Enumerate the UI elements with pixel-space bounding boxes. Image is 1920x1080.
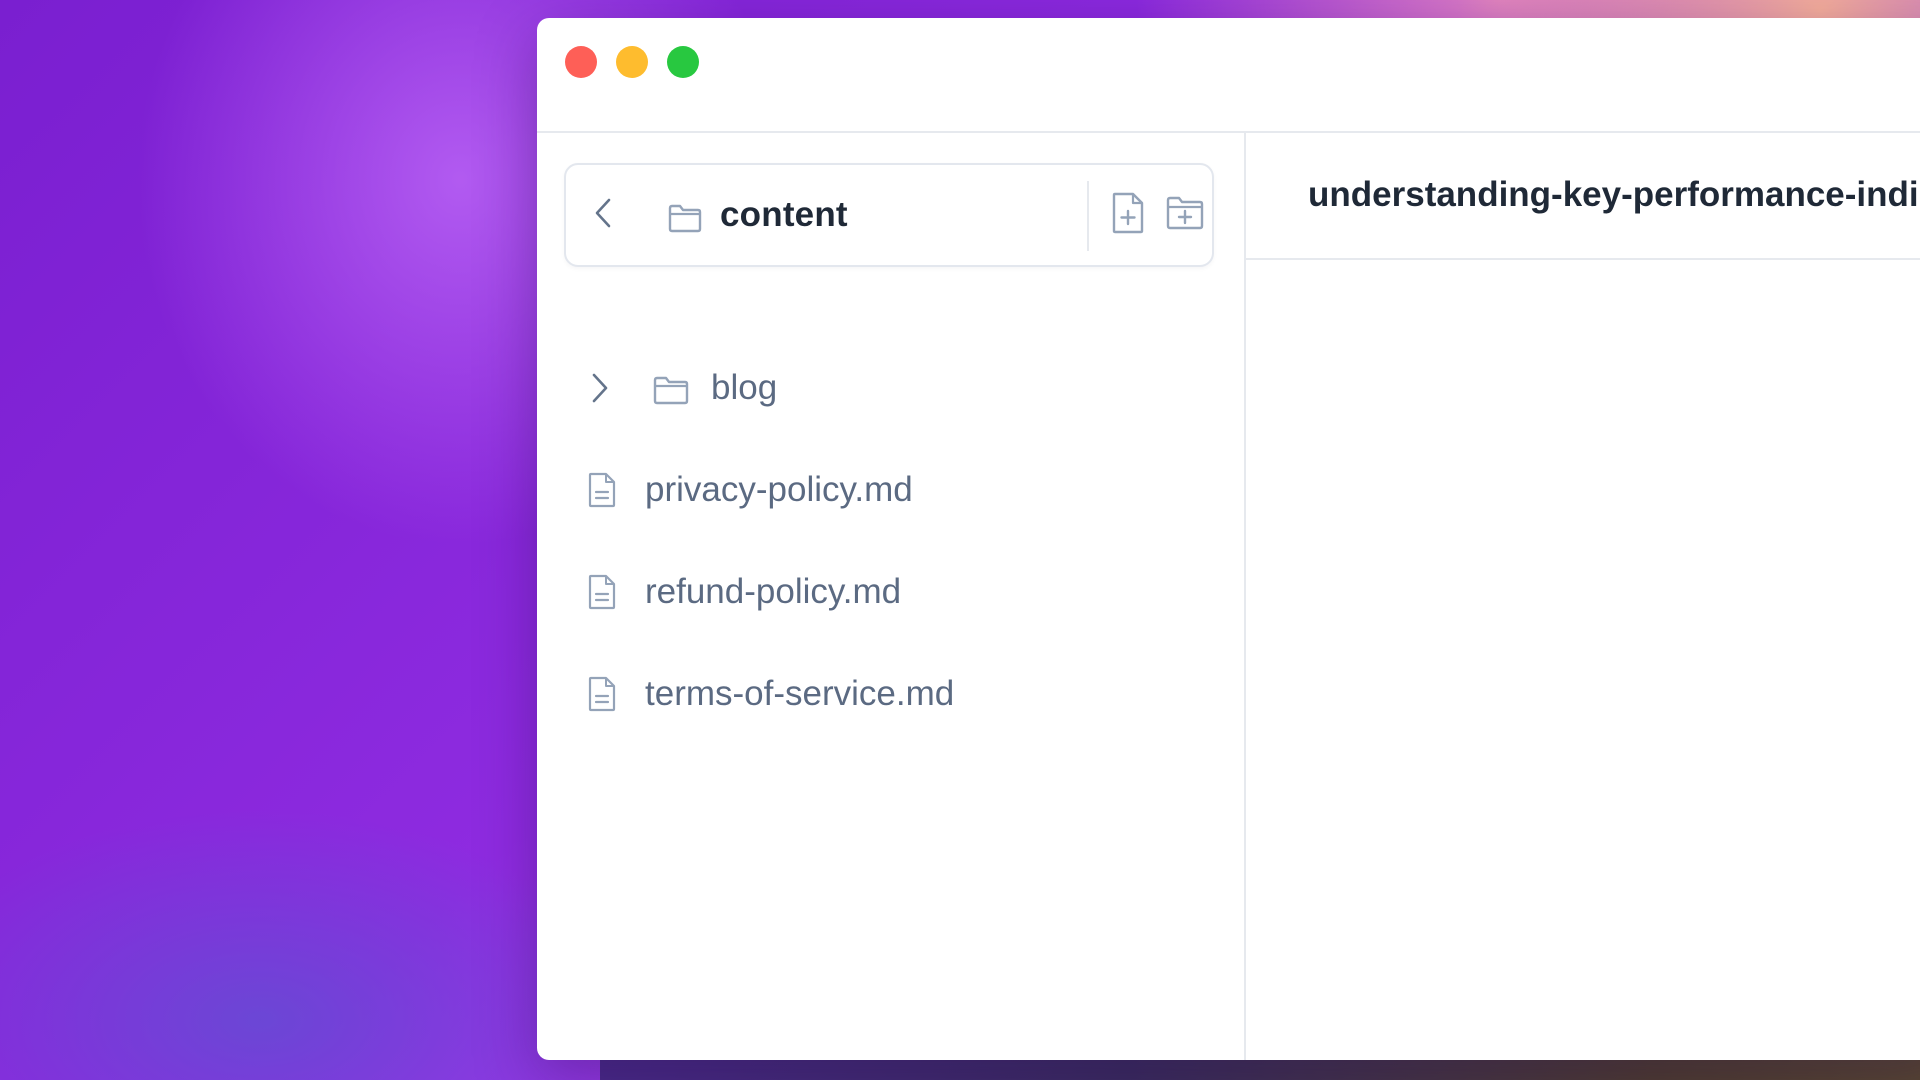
file-plus-icon bbox=[1112, 192, 1144, 234]
folder-plus-icon bbox=[1166, 196, 1204, 230]
document-header: understanding-key-performance-indi bbox=[1246, 133, 1920, 260]
header-divider bbox=[1087, 181, 1089, 251]
current-folder-title: content bbox=[720, 195, 848, 234]
file-text-icon bbox=[588, 574, 616, 610]
tree-item-label: terms-of-service.md bbox=[645, 674, 955, 713]
tree-item-blog[interactable]: blog bbox=[537, 353, 1217, 423]
editor-pane: understanding-key-performance-indi bbox=[1246, 133, 1920, 1060]
chevron-right-icon[interactable] bbox=[589, 371, 611, 405]
title-bar bbox=[537, 18, 1920, 133]
new-folder-button[interactable] bbox=[1165, 195, 1205, 231]
tree-item-label: blog bbox=[711, 368, 778, 407]
new-file-button[interactable] bbox=[1110, 191, 1146, 235]
tree-item-label: privacy-policy.md bbox=[645, 470, 913, 509]
window-zoom-button[interactable] bbox=[667, 46, 699, 78]
file-sidebar: content blog privacy-policy.md refund-po… bbox=[537, 133, 1246, 1060]
document-title: understanding-key-performance-indi bbox=[1308, 175, 1919, 214]
folder-icon bbox=[668, 204, 702, 233]
tree-item-privacy-policy[interactable]: privacy-policy.md bbox=[537, 455, 1217, 525]
tree-item-refund-policy[interactable]: refund-policy.md bbox=[537, 557, 1217, 627]
tree-item-terms-of-service[interactable]: terms-of-service.md bbox=[537, 659, 1217, 729]
desktop-background: content blog privacy-policy.md refund-po… bbox=[0, 0, 1920, 1080]
window-minimize-button[interactable] bbox=[616, 46, 648, 78]
file-text-icon bbox=[588, 472, 616, 508]
window-close-button[interactable] bbox=[565, 46, 597, 78]
chevron-left-icon bbox=[595, 198, 611, 228]
folder-header: content bbox=[564, 163, 1214, 267]
back-button[interactable] bbox=[590, 195, 616, 231]
tree-item-label: refund-policy.md bbox=[645, 572, 902, 611]
folder-icon bbox=[653, 376, 689, 405]
app-window: content blog privacy-policy.md refund-po… bbox=[537, 18, 1920, 1060]
file-text-icon bbox=[588, 676, 616, 712]
